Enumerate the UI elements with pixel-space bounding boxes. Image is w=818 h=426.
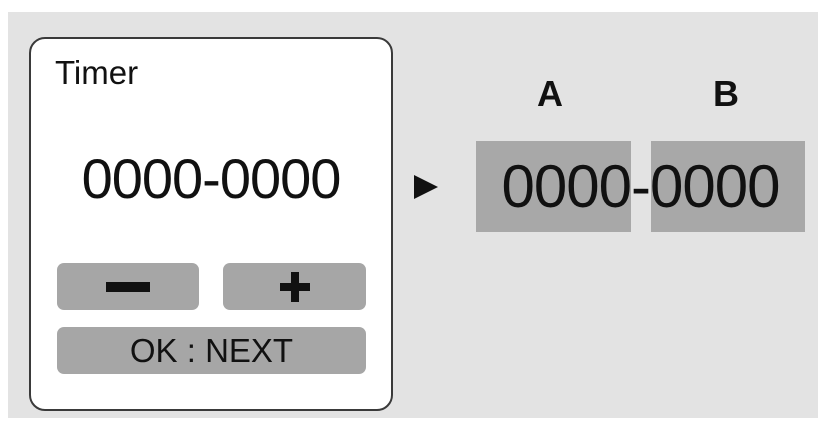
column-label-b: B: [713, 73, 739, 114]
plus-icon: [279, 271, 310, 302]
timer-panel: Timer 0000-0000 OK : NEXT: [29, 37, 393, 411]
ok-next-button[interactable]: OK : NEXT: [57, 327, 366, 374]
timer-value-display: 0000-0000: [81, 147, 342, 210]
increment-button[interactable]: [223, 263, 366, 310]
right-arrow-icon: [414, 175, 438, 199]
decrement-button[interactable]: [57, 263, 199, 310]
timer-title: Timer: [55, 54, 139, 91]
column-label-a: A: [537, 73, 563, 114]
minus-icon: [106, 281, 150, 292]
result-value-display: 0000-0000: [501, 153, 781, 220]
